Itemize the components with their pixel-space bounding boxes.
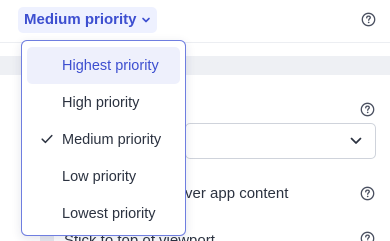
menu-item-low-priority[interactable]: Low priority — [27, 158, 180, 195]
chevron-down-icon — [350, 137, 362, 144]
help-icon[interactable] — [361, 12, 376, 27]
help-icon[interactable] — [360, 186, 375, 201]
select-field[interactable] — [185, 123, 376, 159]
menu-item-label: High priority — [62, 94, 140, 111]
menu-item-lowest-priority[interactable]: Lowest priority — [27, 195, 180, 232]
help-icon[interactable] — [360, 102, 375, 117]
menu-item-high-priority[interactable]: High priority — [27, 84, 180, 121]
check-icon — [41, 134, 53, 144]
option-label: ver app content — [185, 185, 289, 202]
priority-current-label: Medium priority — [24, 11, 137, 28]
priority-menu: Highest priority High priority Medium pr… — [21, 40, 186, 236]
app-root: Medium priority ver app content Stick to… — [0, 0, 390, 241]
menu-item-highest-priority[interactable]: Highest priority — [27, 47, 180, 84]
menu-item-label: Highest priority — [62, 57, 159, 74]
chevron-down-icon — [141, 17, 150, 23]
menu-item-label: Lowest priority — [62, 205, 156, 222]
priority-dropdown-button[interactable]: Medium priority — [18, 7, 157, 33]
help-icon[interactable] — [360, 231, 375, 241]
menu-item-medium-priority[interactable]: Medium priority — [27, 121, 180, 158]
menu-item-label: Low priority — [62, 168, 137, 185]
menu-item-label: Medium priority — [62, 131, 162, 148]
